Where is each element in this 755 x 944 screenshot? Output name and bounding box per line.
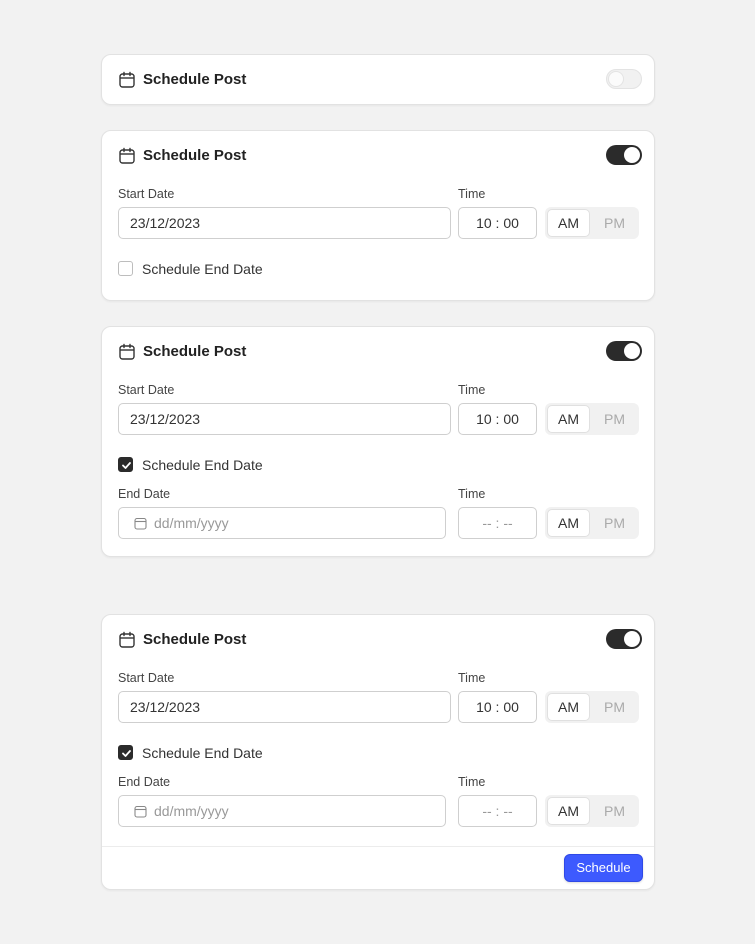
- am-option[interactable]: AM: [547, 693, 590, 721]
- start-date-label: Start Date: [118, 383, 175, 397]
- card-title: Schedule Post: [143, 631, 247, 648]
- card-header: Schedule Post: [118, 341, 642, 363]
- start-time-label: Time: [458, 187, 486, 201]
- end-am-pm-selector: AM PM: [545, 795, 639, 827]
- schedule-toggle[interactable]: [606, 341, 642, 361]
- toggle-knob: [608, 71, 624, 87]
- schedule-end-date-checkbox[interactable]: [118, 745, 133, 760]
- check-icon: [122, 750, 131, 757]
- am-option[interactable]: AM: [547, 405, 590, 433]
- end-time-input[interactable]: -- : --: [458, 507, 537, 539]
- card-header: Schedule Post: [118, 629, 642, 651]
- check-icon: [122, 462, 131, 469]
- end-date-placeholder: dd/mm/yyyy: [154, 803, 229, 819]
- am-option[interactable]: AM: [547, 209, 590, 237]
- am-pm-selector: AM PM: [545, 691, 639, 723]
- schedule-end-date-checkbox[interactable]: [118, 457, 133, 472]
- am-pm-selector: AM PM: [545, 207, 639, 239]
- end-date-input[interactable]: dd/mm/yyyy: [118, 507, 446, 539]
- card-header: Schedule Post: [118, 69, 642, 91]
- schedule-post-card-with-footer: Schedule Post Start Date 23/12/2023 Time…: [101, 614, 655, 890]
- start-time-label: Time: [458, 671, 486, 685]
- schedule-end-date-checkbox[interactable]: [118, 261, 133, 276]
- card-title: Schedule Post: [143, 147, 247, 164]
- schedule-end-date-label: Schedule End Date: [142, 457, 263, 473]
- calendar-icon: [119, 631, 135, 648]
- end-date-input[interactable]: dd/mm/yyyy: [118, 795, 446, 827]
- end-date-placeholder: dd/mm/yyyy: [154, 515, 229, 531]
- calendar-icon: [134, 517, 147, 530]
- pm-option[interactable]: PM: [592, 693, 637, 721]
- end-am-pm-selector: AM PM: [545, 507, 639, 539]
- calendar-icon: [119, 343, 135, 360]
- start-date-input[interactable]: 23/12/2023: [118, 691, 451, 723]
- am-pm-selector: AM PM: [545, 403, 639, 435]
- calendar-icon: [134, 805, 147, 818]
- card-title: Schedule Post: [143, 71, 247, 88]
- am-option[interactable]: AM: [547, 797, 590, 825]
- start-date-input[interactable]: 23/12/2023: [118, 207, 451, 239]
- end-time-input[interactable]: -- : --: [458, 795, 537, 827]
- toggle-knob: [624, 147, 640, 163]
- schedule-button[interactable]: Schedule: [564, 854, 643, 882]
- toggle-knob: [624, 343, 640, 359]
- pm-option[interactable]: PM: [592, 509, 637, 537]
- start-date-label: Start Date: [118, 671, 175, 685]
- start-time-input[interactable]: 10 : 00: [458, 207, 537, 239]
- card-title: Schedule Post: [143, 343, 247, 360]
- schedule-post-card-collapsed: Schedule Post: [101, 54, 655, 105]
- start-time-input[interactable]: 10 : 00: [458, 403, 537, 435]
- pm-option[interactable]: PM: [592, 209, 637, 237]
- footer-divider: [102, 846, 654, 847]
- schedule-end-date-label: Schedule End Date: [142, 261, 263, 277]
- card-header: Schedule Post: [118, 145, 642, 167]
- schedule-toggle[interactable]: [606, 69, 642, 89]
- start-date-input[interactable]: 23/12/2023: [118, 403, 451, 435]
- schedule-end-date-label: Schedule End Date: [142, 745, 263, 761]
- toggle-knob: [624, 631, 640, 647]
- start-time-input[interactable]: 10 : 00: [458, 691, 537, 723]
- end-date-label: End Date: [118, 487, 171, 501]
- end-time-label: Time: [458, 775, 486, 789]
- end-time-label: Time: [458, 487, 486, 501]
- end-date-label: End Date: [118, 775, 171, 789]
- schedule-post-card-start-only: Schedule Post Start Date 23/12/2023 Time…: [101, 130, 655, 301]
- schedule-toggle[interactable]: [606, 145, 642, 165]
- start-time-label: Time: [458, 383, 486, 397]
- schedule-toggle[interactable]: [606, 629, 642, 649]
- pm-option[interactable]: PM: [592, 405, 637, 433]
- calendar-icon: [119, 147, 135, 164]
- start-date-label: Start Date: [118, 187, 175, 201]
- calendar-icon: [119, 71, 135, 88]
- am-option[interactable]: AM: [547, 509, 590, 537]
- pm-option[interactable]: PM: [592, 797, 637, 825]
- schedule-post-card-with-end-date: Schedule Post Start Date 23/12/2023 Time…: [101, 326, 655, 557]
